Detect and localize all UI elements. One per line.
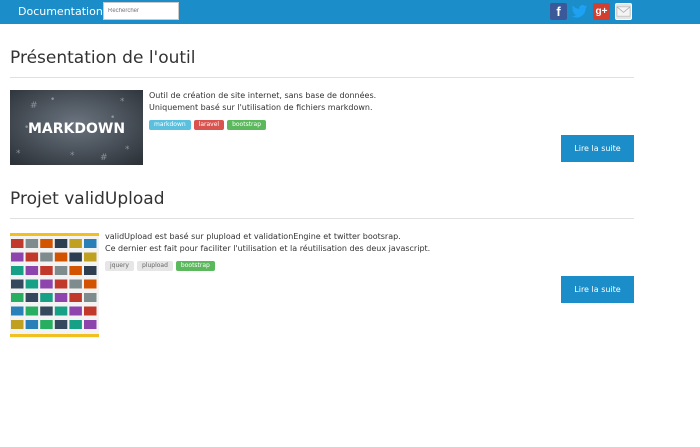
thumbnail-tile <box>54 279 68 289</box>
thumbnail-tile <box>11 320 24 329</box>
thumbnail-tile <box>84 306 97 316</box>
divider <box>10 77 634 78</box>
mail-icon[interactable] <box>615 3 632 20</box>
tag-bootstrap[interactable]: bootstrap <box>175 261 215 271</box>
thumbnail-tile <box>40 279 53 289</box>
thumbnail-tile <box>84 320 97 329</box>
markdown-thumbnail: # * * * • # * • • MARKDOWN <box>10 90 143 165</box>
tag-markdown[interactable]: markdown <box>149 120 191 130</box>
facebook-icon[interactable]: f <box>550 3 567 20</box>
thumbnail-tile <box>40 266 53 275</box>
thumbnail-tile <box>11 306 24 316</box>
thumbnail-tile <box>69 252 82 262</box>
article-title: Présentation de l'outil <box>10 48 196 68</box>
thumbnail-tile <box>11 252 24 262</box>
markdown-logo-text: MARKDOWN <box>28 121 125 137</box>
tag-plupload[interactable]: plupload <box>137 261 173 271</box>
svg-text:•: • <box>50 95 55 105</box>
tag-list: jquery plupload bootstrap <box>105 261 215 271</box>
thumbnail-tile <box>11 293 24 302</box>
svg-text:#: # <box>100 153 108 163</box>
thumbnail-tile <box>11 266 24 275</box>
tag-jquery[interactable]: jquery <box>105 261 134 271</box>
article-description: Outil de création de site internet, sans… <box>149 91 377 112</box>
thumbnail-tile <box>84 252 97 262</box>
thumbnail-tile <box>54 252 68 262</box>
svg-text:*: * <box>120 97 125 107</box>
svg-text:*: * <box>125 145 130 155</box>
article-title: Projet validUpload <box>10 189 165 209</box>
thumbnail-tile <box>84 279 97 289</box>
thumbnail-tile <box>11 279 24 289</box>
thumbnail-tile <box>69 306 82 316</box>
read-more-button[interactable]: Lire la suite <box>561 135 634 162</box>
thumbnail-tile <box>54 320 68 329</box>
thumbnail-tile <box>25 320 39 329</box>
thumbnail-tile <box>69 320 82 329</box>
thumbnail-tile <box>25 252 39 262</box>
tag-list: markdown laravel bootstrap <box>149 120 266 130</box>
tag-bootstrap[interactable]: bootstrap <box>227 120 266 130</box>
thumbnail-tile <box>40 320 53 329</box>
search-input[interactable] <box>103 2 179 20</box>
thumbnail-tile <box>69 279 82 289</box>
thumbnail-tile <box>84 239 97 248</box>
thumbnail-tile <box>40 252 53 262</box>
thumbnail-tile <box>69 239 82 248</box>
thumbnail-tile <box>25 279 39 289</box>
divider <box>10 218 634 219</box>
brand-link[interactable]: Documentation <box>18 5 103 18</box>
thumbnail-tile <box>40 293 53 302</box>
thumbnail-tile <box>69 293 82 302</box>
validupload-thumbnail <box>10 233 99 338</box>
svg-text:#: # <box>30 101 38 111</box>
thumbnail-tile <box>40 306 53 316</box>
thumbnail-tile <box>84 266 97 275</box>
thumbnail-tile <box>54 239 68 248</box>
thumbnail-tile <box>25 266 39 275</box>
twitter-icon[interactable] <box>571 3 588 20</box>
google-plus-icon[interactable]: g+ <box>593 3 610 20</box>
thumbnail-tile <box>40 239 53 248</box>
thumbnail-tile <box>25 293 39 302</box>
svg-text:*: * <box>16 149 21 159</box>
thumbnail-tile <box>69 266 82 275</box>
thumbnail-tile <box>54 306 68 316</box>
svg-text:*: * <box>70 151 75 161</box>
article-description: validUpload est basé sur plupload et val… <box>105 232 431 253</box>
thumbnail-tile <box>25 306 39 316</box>
thumbnail-tile <box>84 293 97 302</box>
read-more-button[interactable]: Lire la suite <box>561 276 634 303</box>
thumbnail-tile <box>54 266 68 275</box>
tag-laravel[interactable]: laravel <box>193 120 225 130</box>
thumbnail-tile <box>11 239 24 248</box>
thumbnail-tile <box>25 239 39 248</box>
thumbnail-tile <box>54 293 68 302</box>
navbar: Documentation f g+ <box>0 0 700 24</box>
